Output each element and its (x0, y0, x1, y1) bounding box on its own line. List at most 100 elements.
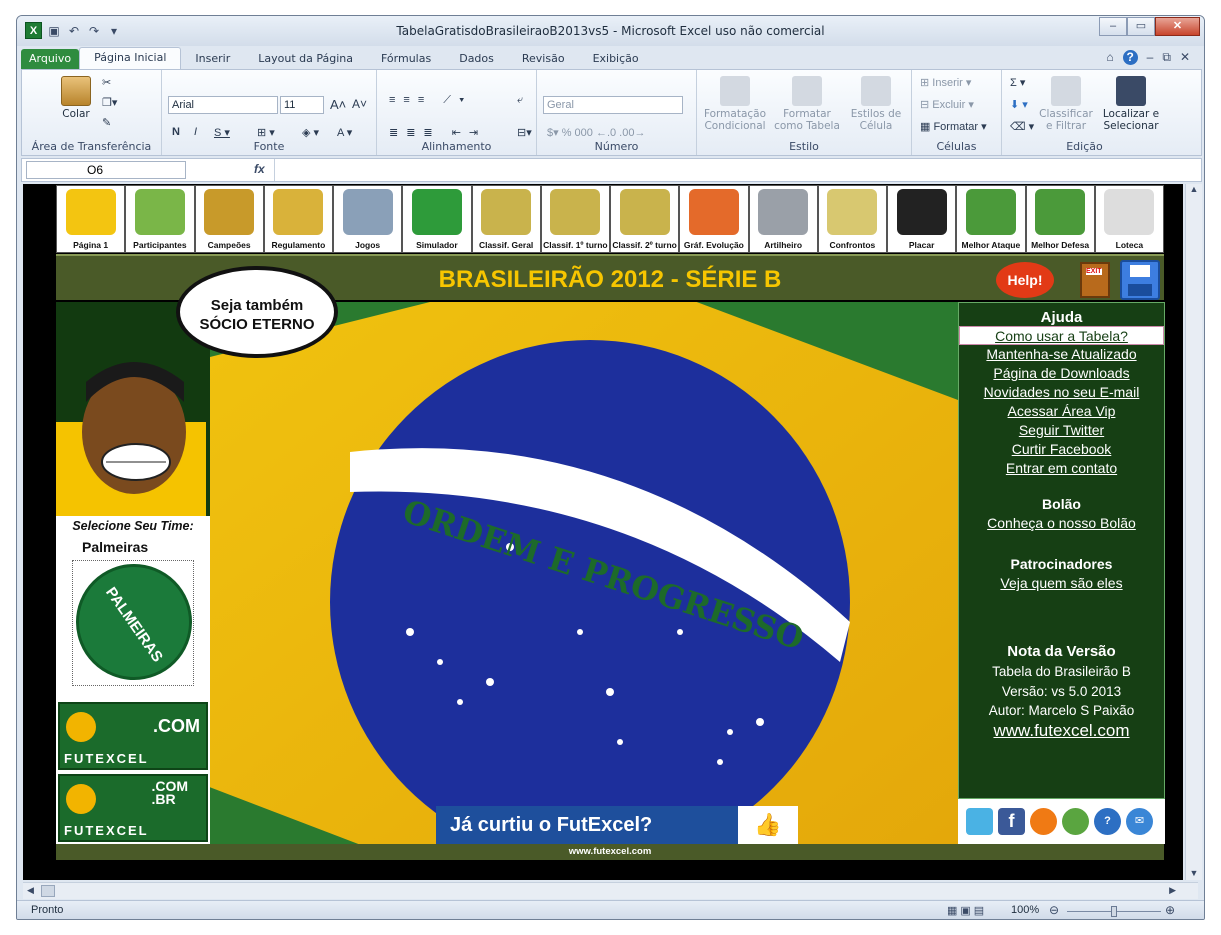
merge-icon[interactable]: ⊟▾ (517, 126, 532, 139)
clear-icon[interactable]: ⌫ ▾ (1010, 120, 1034, 133)
italic-icon[interactable]: I (194, 126, 197, 138)
format-as-table-button[interactable]: Formatar como Tabela (773, 76, 841, 132)
help-icon[interactable]: ? (1122, 50, 1138, 65)
maximize-button[interactable]: ▭ (1127, 17, 1155, 36)
shrink-font-icon[interactable]: A˅ (352, 97, 367, 111)
font-size-select[interactable]: 11 (280, 96, 324, 114)
grow-font-icon[interactable]: A˄ (330, 97, 346, 112)
paste-button[interactable]: Colar (56, 76, 96, 120)
save-disk-icon[interactable] (1120, 260, 1160, 300)
wrap-text-icon[interactable]: ⤶ (517, 94, 523, 107)
sort-filter-button[interactable]: Classificar e Filtrar (1038, 76, 1094, 132)
help-link-2[interactable]: Página de Downloads (959, 364, 1164, 383)
minimize-button[interactable]: ‒ (1099, 17, 1127, 36)
workbook-restore-icon[interactable]: ⧉ (1162, 50, 1171, 65)
bolao-link[interactable]: Conheça o nosso Bolão (959, 514, 1164, 533)
help-link-1[interactable]: Mantenha-se Atualizado (959, 345, 1164, 364)
autosum-icon[interactable]: Σ ▾ (1010, 76, 1025, 89)
nav-item-9[interactable]: Gráf. Evolução (679, 185, 749, 253)
worksheet[interactable]: Página 1 Participantes Campeões Regulamento… (23, 184, 1183, 880)
add-contact-icon[interactable] (1062, 808, 1089, 835)
cell-styles-button[interactable]: Estilos de Célula (845, 76, 907, 132)
zoom-slider[interactable] (1067, 906, 1161, 917)
zoom-in-icon[interactable]: ⊕ (1165, 903, 1175, 917)
nav-item-0[interactable]: Página 1 (56, 185, 126, 253)
view-buttons[interactable]: ▦▣▤ (947, 904, 987, 917)
footer-url[interactable]: www.futexcel.com (56, 844, 1164, 860)
insert-function-icon[interactable]: fx (254, 162, 265, 176)
help-link-4[interactable]: Acessar Área Vip (959, 402, 1164, 421)
font-color-icon[interactable]: A ▾ (337, 126, 352, 139)
fill-icon[interactable]: ⬇ ▾ (1010, 98, 1028, 111)
tab-0[interactable]: Arquivo (21, 49, 80, 69)
sponsors-link[interactable]: Veja quem são eles (959, 574, 1164, 593)
site-link[interactable]: www.futexcel.com (959, 721, 1164, 741)
orkut-icon[interactable] (1030, 808, 1057, 835)
nav-item-3[interactable]: Regulamento (263, 185, 333, 253)
nav-item-15[interactable]: Loteca (1094, 185, 1164, 253)
nav-item-2[interactable]: Campeões (194, 185, 264, 253)
tab-1[interactable]: Página Inicial (79, 47, 182, 69)
nav-item-4[interactable]: Jogos (333, 185, 403, 253)
borders-icon[interactable]: ⊞ ▾ (257, 126, 275, 139)
vertical-scrollbar[interactable]: ▲ ▼ (1185, 184, 1202, 880)
currency-icon[interactable]: $▾ % 000 ←.0 .00→ (547, 126, 645, 139)
number-format-select[interactable]: Geral (543, 96, 683, 114)
scroll-up-icon[interactable]: ▲ (1186, 184, 1202, 194)
horizontal-scrollbar[interactable]: ◀ ▶ (23, 882, 1198, 899)
conditional-format-button[interactable]: Formatação Condicional (701, 76, 769, 132)
scroll-left-icon[interactable]: ◀ (27, 885, 34, 896)
twitter-icon[interactable] (966, 808, 993, 835)
copy-icon[interactable]: ❐▾ (102, 96, 117, 109)
futexcel-com-banner[interactable]: .COM FUTEXCEL (58, 702, 208, 770)
fill-color-icon[interactable]: ◈ ▾ (302, 126, 319, 139)
workbook-minimize-icon[interactable]: ‒ (1147, 50, 1154, 65)
horizontal-align-icons[interactable]: ≣≣≣ ⇤⇥ (389, 126, 486, 139)
minimize-ribbon-icon[interactable]: ⌂ (1106, 50, 1113, 65)
format-painter-icon[interactable]: ✎ (102, 116, 111, 129)
zoom-level[interactable]: 100% (1011, 904, 1039, 916)
workbook-close-icon[interactable]: ✕ (1180, 50, 1190, 65)
scroll-right-icon[interactable]: ▶ (1169, 885, 1176, 896)
futexcel-combr-banner[interactable]: .COM .BR FUTEXCEL (58, 774, 208, 842)
tab-4[interactable]: Fórmulas (367, 49, 445, 69)
help-link-0[interactable]: Como usar a Tabela? (959, 326, 1164, 345)
tab-7[interactable]: Exibição (579, 49, 653, 69)
tab-3[interactable]: Layout da Página (244, 49, 367, 69)
formula-input[interactable] (280, 162, 1180, 178)
help-button[interactable]: Help! (996, 262, 1054, 298)
scroll-down-icon[interactable]: ▼ (1186, 868, 1202, 878)
nav-item-8[interactable]: Classif. 2º turno (610, 185, 680, 253)
nav-item-7[interactable]: Classif. 1º turno (540, 185, 610, 253)
team-select[interactable]: Palmeiras (82, 539, 148, 555)
cut-icon[interactable]: ✂ (102, 76, 111, 89)
tab-2[interactable]: Inserir (181, 49, 244, 69)
nav-item-14[interactable]: Melhor Defesa (1025, 185, 1095, 253)
close-button[interactable]: ✕ (1155, 17, 1200, 36)
nav-item-1[interactable]: Participantes (125, 185, 195, 253)
scroll-thumb[interactable] (41, 885, 55, 897)
tab-5[interactable]: Dados (445, 49, 508, 69)
help-link-6[interactable]: Curtir Facebook (959, 440, 1164, 459)
tab-6[interactable]: Revisão (508, 49, 579, 69)
help-link-3[interactable]: Novidades no seu E-mail (959, 383, 1164, 402)
nav-item-6[interactable]: Classif. Geral (471, 185, 541, 253)
format-cells-button[interactable]: ▦ Formatar ▾ (920, 120, 987, 133)
underline-icon[interactable]: S ▾ (214, 126, 230, 139)
nav-item-10[interactable]: Artilheiro (748, 185, 818, 253)
vertical-align-icons[interactable]: ≡≡≡ ⟋▾ (389, 94, 472, 107)
email-icon[interactable]: ✉ (1126, 808, 1153, 835)
bold-icon[interactable]: N (172, 126, 180, 138)
font-family-select[interactable]: Arial (168, 96, 278, 114)
name-box[interactable]: O6 (26, 161, 186, 179)
question-icon[interactable]: ? (1094, 808, 1121, 835)
zoom-slider-thumb[interactable] (1111, 906, 1117, 917)
insert-cells-button[interactable]: ⊞ Inserir ▾ (920, 76, 971, 89)
find-select-button[interactable]: Localizar e Selecionar (1098, 76, 1164, 132)
nav-item-11[interactable]: Confrontos (817, 185, 887, 253)
help-link-5[interactable]: Seguir Twitter (959, 421, 1164, 440)
exit-door-icon[interactable]: EXIT (1080, 262, 1110, 298)
nav-item-5[interactable]: Simulador (402, 185, 472, 253)
zoom-out-icon[interactable]: ⊖ (1049, 903, 1059, 917)
delete-cells-button[interactable]: ⊟ Excluir ▾ (920, 98, 974, 111)
